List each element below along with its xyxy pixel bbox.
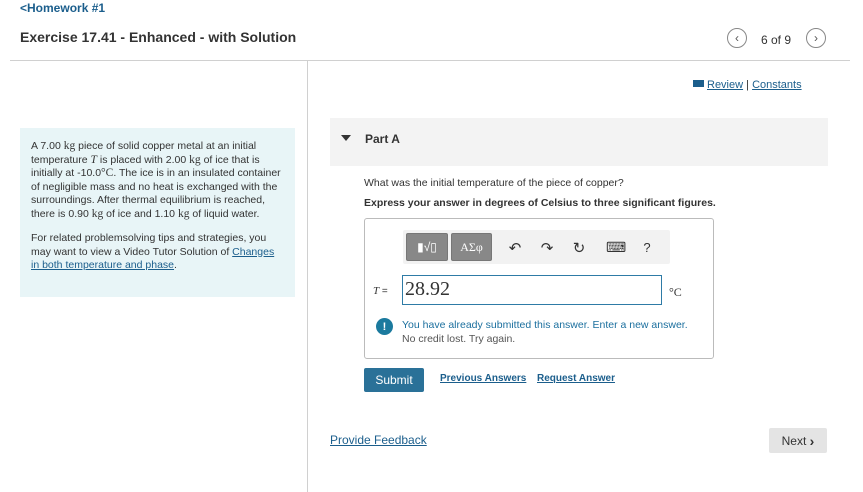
book-icon [693, 80, 704, 87]
redo-icon[interactable]: ↷ [538, 239, 556, 257]
next-button[interactable]: Next › [769, 428, 827, 453]
prev-exercise-button[interactable]: ‹ [727, 28, 747, 48]
review-link[interactable]: Review [707, 79, 743, 91]
answer-input[interactable]: 28.92 [402, 275, 662, 305]
back-to-homework-link[interactable]: <Homework #1 [20, 1, 105, 15]
answer-unit: °C [669, 285, 682, 299]
part-a-label: Part A [365, 132, 400, 146]
part-a-header[interactable] [330, 118, 828, 166]
constants-link[interactable]: Constants [752, 79, 802, 91]
collapse-triangle-icon[interactable] [341, 135, 351, 141]
chevron-left-icon: ‹ [735, 31, 739, 45]
alert-sub-message: No credit lost. Try again. [402, 333, 516, 345]
problem-statement: A 7.00 kg piece of solid copper metal at… [20, 128, 295, 297]
pager-text: 6 of 9 [761, 33, 792, 47]
column-divider [307, 61, 308, 492]
math-toolbar: ▮√▯ ΑΣφ ↶ ↷ ↻ ⌨ ? [403, 230, 670, 264]
provide-feedback-link[interactable]: Provide Feedback [330, 433, 427, 447]
help-button[interactable]: ? [638, 240, 656, 255]
reset-icon[interactable]: ↻ [570, 239, 588, 257]
question-text: What was the initial temperature of the … [364, 177, 624, 189]
header-divider [10, 60, 850, 61]
symbols-button[interactable]: ΑΣφ [451, 233, 492, 261]
page-title: Exercise 17.41 - Enhanced - with Solutio… [20, 29, 297, 45]
chevron-left-icon: < [20, 1, 28, 15]
alert-message: You have already submitted this answer. … [402, 319, 688, 331]
next-label: Next [781, 433, 807, 448]
instruction-text: Express your answer in degrees of Celsiu… [364, 197, 716, 209]
previous-answers-link[interactable]: Previous Answers [440, 373, 526, 384]
alert-icon: ! [376, 318, 393, 335]
templates-button[interactable]: ▮√▯ [406, 233, 448, 261]
tutor-note: For related problemsolving tips and stra… [31, 232, 275, 271]
review-constants-links: Review | Constants [693, 79, 802, 91]
problem-text: A 7.00 kg piece of solid copper metal at… [31, 140, 281, 220]
next-exercise-button[interactable]: › [806, 28, 826, 48]
chevron-right-icon: › [814, 31, 818, 45]
chevron-right-icon: › [809, 432, 815, 449]
answer-variable-label: T = [373, 285, 388, 297]
request-answer-link[interactable]: Request Answer [537, 373, 615, 384]
undo-icon[interactable]: ↶ [506, 239, 524, 257]
submit-button[interactable]: Submit [364, 368, 424, 392]
keyboard-icon[interactable]: ⌨ [606, 239, 626, 256]
